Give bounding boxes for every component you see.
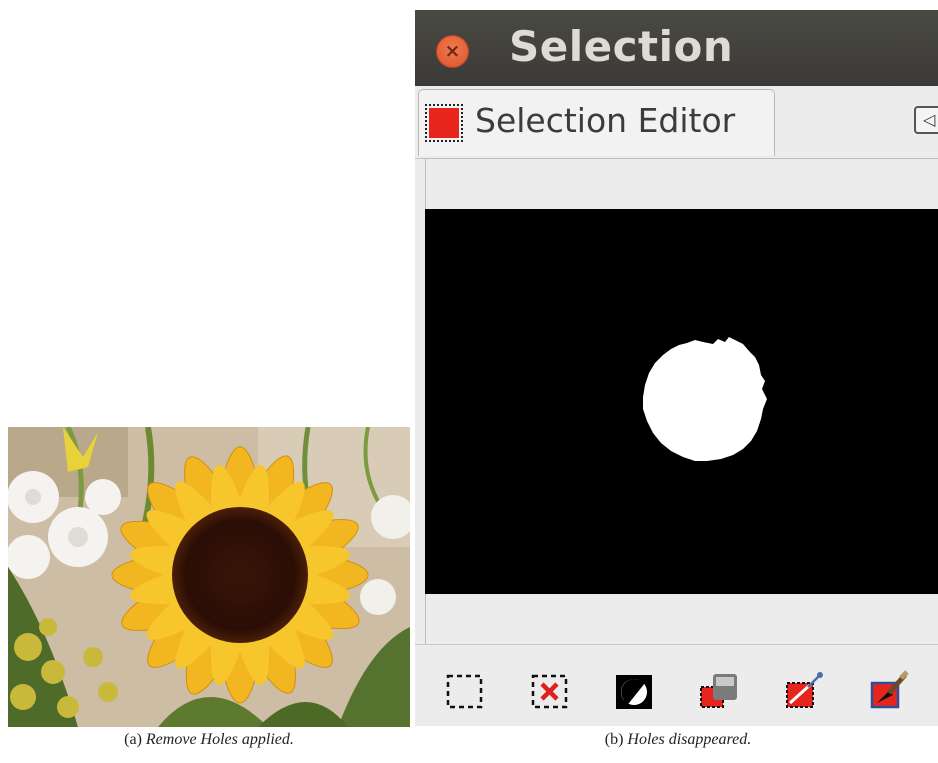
caption-a-label: (a)	[124, 731, 142, 748]
selection-mask-shape	[643, 337, 767, 461]
selection-toolbar	[415, 644, 938, 726]
tab-label: Selection Editor	[475, 101, 736, 140]
save-to-channel-icon	[700, 674, 737, 708]
caption-a: (a) Remove Holes applied.	[0, 731, 418, 749]
selection-to-path-icon	[786, 672, 823, 708]
triangle-left-icon: ◁	[923, 110, 936, 129]
tab-selection-editor[interactable]: Selection Editor	[418, 89, 775, 156]
selection-dock-window: × Selection Selection Editor ◁	[415, 10, 938, 726]
close-icon: ×	[444, 40, 461, 62]
sunflower-photo	[8, 427, 410, 727]
caption-b-text: Holes disappeared.	[627, 731, 752, 748]
invert-selection-icon	[616, 675, 652, 709]
selection-preview[interactable]	[425, 209, 938, 594]
stroke-selection-button[interactable]	[867, 669, 911, 713]
select-all-button[interactable]	[443, 669, 487, 713]
save-to-channel-button[interactable]	[697, 669, 741, 713]
caption-b: (b) Holes disappeared.	[418, 731, 938, 749]
close-button[interactable]: ×	[436, 35, 469, 68]
window-title: Selection	[509, 22, 734, 71]
select-none-button[interactable]	[528, 669, 572, 713]
caption-b-label: (b)	[604, 731, 624, 748]
invert-selection-button[interactable]	[612, 669, 656, 713]
selection-editor-icon	[425, 104, 463, 142]
caption-a-text: Remove Holes applied.	[145, 731, 294, 748]
tab-menu-button[interactable]: ◁	[914, 106, 938, 134]
title-bar: × Selection	[415, 10, 938, 86]
tab-bar: Selection Editor	[415, 86, 938, 159]
select-all-icon	[446, 674, 483, 709]
select-none-icon	[531, 674, 568, 709]
selection-to-path-button[interactable]	[782, 669, 826, 713]
stroke-selection-icon	[870, 670, 909, 709]
